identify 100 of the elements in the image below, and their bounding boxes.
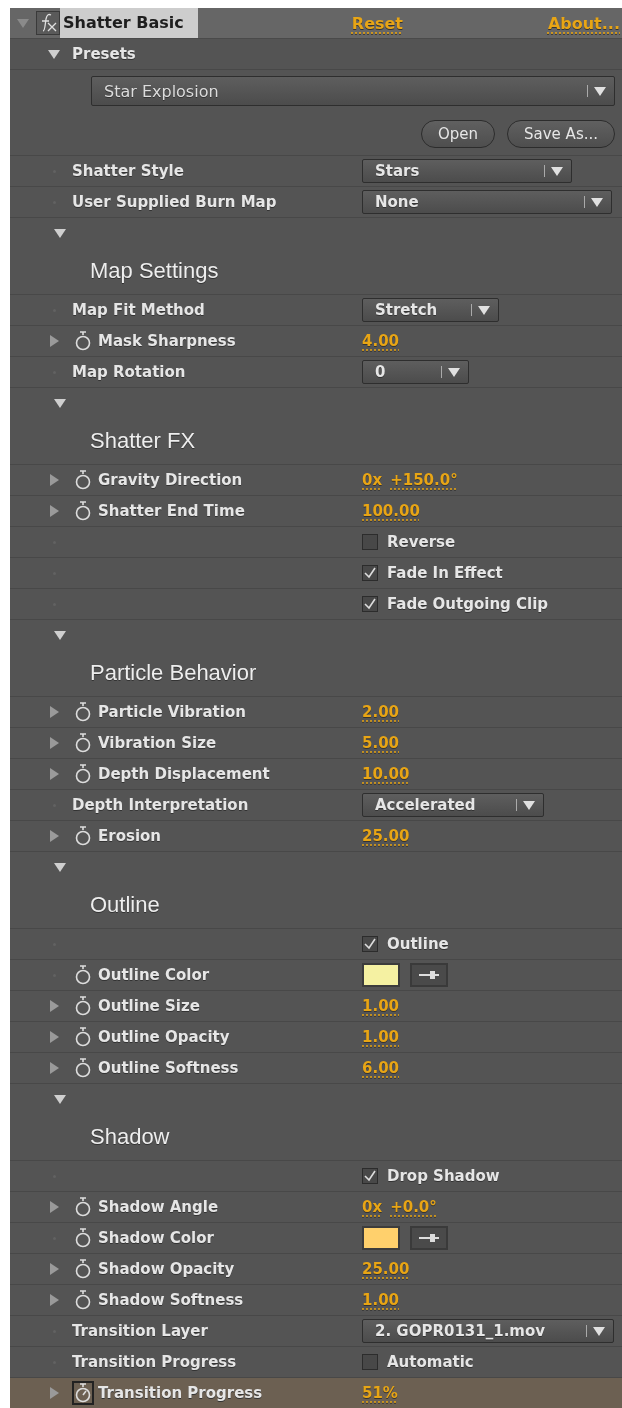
stopwatch-icon[interactable] xyxy=(74,764,92,784)
section-title: Particle Behavior xyxy=(90,660,257,686)
property-label: Transition Layer xyxy=(72,1322,208,1340)
eyedropper-icon[interactable] xyxy=(410,963,448,987)
stopwatch-icon[interactable] xyxy=(74,331,92,351)
property-value[interactable]: 4.00 xyxy=(362,332,399,350)
property-row[interactable]: Transition Layer 2. GOPR0131_1.mov xyxy=(10,1316,622,1347)
property-value[interactable]: 6.00 xyxy=(362,1059,399,1077)
property-value[interactable]: 10.00 xyxy=(362,765,410,783)
property-label: Outline Softness xyxy=(98,1059,239,1077)
presets-label: Presets xyxy=(72,45,136,63)
twirl-icon[interactable] xyxy=(48,1031,60,1043)
stopwatch-icon[interactable] xyxy=(74,1058,92,1078)
caret-icon xyxy=(593,1326,605,1336)
property-row[interactable]: Depth Interpretation Accelerated xyxy=(10,790,622,821)
property-row[interactable]: User Supplied Burn Map None xyxy=(10,187,622,218)
twirl-icon[interactable] xyxy=(54,1093,66,1105)
stopwatch-icon[interactable] xyxy=(74,1027,92,1047)
checkbox[interactable] xyxy=(362,596,378,612)
stopwatch-icon[interactable] xyxy=(74,1290,92,1310)
property-value[interactable]: 100.00 xyxy=(362,502,420,520)
stopwatch-icon[interactable] xyxy=(74,733,92,753)
property-label: Transition Progress xyxy=(72,1353,237,1371)
dropdown[interactable]: Stars xyxy=(362,159,572,183)
property-label: Shatter Style xyxy=(72,162,184,180)
stopwatch-icon[interactable] xyxy=(74,1197,92,1217)
stopwatch-icon[interactable] xyxy=(74,826,92,846)
twirl-icon[interactable] xyxy=(48,505,60,517)
twirl-icon[interactable] xyxy=(54,861,66,873)
revolutions-value[interactable]: 0x xyxy=(362,471,383,489)
property-label: Transition Progress xyxy=(98,1384,263,1402)
color-swatch[interactable] xyxy=(362,963,400,987)
stopwatch-icon[interactable] xyxy=(74,470,92,490)
twirl-icon[interactable] xyxy=(48,1000,60,1012)
checkbox[interactable] xyxy=(362,1354,378,1370)
section-title: Shatter FX xyxy=(90,428,196,454)
property-value[interactable]: 1.00 xyxy=(362,1028,399,1046)
checkmark-icon xyxy=(364,567,376,579)
twirl-icon[interactable] xyxy=(54,227,66,239)
property-row[interactable]: Map Fit Method Stretch xyxy=(10,295,622,326)
property-row[interactable]: Shadow Color xyxy=(10,1223,622,1254)
twirl-icon[interactable] xyxy=(48,1294,60,1306)
eyedropper-icon[interactable] xyxy=(410,1226,448,1250)
twirl-icon[interactable] xyxy=(48,1263,60,1275)
twirl-icon[interactable] xyxy=(48,48,60,60)
checkbox[interactable] xyxy=(362,565,378,581)
stopwatch-icon[interactable] xyxy=(74,1259,92,1279)
property-row[interactable]: Outline Color xyxy=(10,960,622,991)
dropdown[interactable]: None xyxy=(362,190,612,214)
property-label: Outline Opacity xyxy=(98,1028,230,1046)
property-value[interactable]: 5.00 xyxy=(362,734,399,752)
property-label: Map Rotation xyxy=(72,363,186,381)
twirl-icon[interactable] xyxy=(48,737,60,749)
property-row[interactable]: Transition Progress 51% xyxy=(10,1378,622,1408)
twirl-icon[interactable] xyxy=(48,830,60,842)
stopwatch-icon[interactable] xyxy=(74,1383,92,1403)
twirl-icon[interactable] xyxy=(48,768,60,780)
stopwatch-icon[interactable] xyxy=(74,702,92,722)
twirl-icon[interactable] xyxy=(54,397,66,409)
preset-button[interactable]: Save As... xyxy=(507,119,615,148)
checkbox[interactable] xyxy=(362,1168,378,1184)
checkbox[interactable] xyxy=(362,534,378,550)
property-row[interactable]: Map Rotation 0 xyxy=(10,357,622,388)
stopwatch-icon[interactable] xyxy=(74,965,92,985)
twirl-icon[interactable] xyxy=(48,335,60,347)
checkbox[interactable] xyxy=(362,936,378,952)
property-value[interactable]: 1.00 xyxy=(362,997,399,1015)
degrees-value[interactable]: +150.0° xyxy=(390,471,458,489)
twirl-icon[interactable] xyxy=(48,1062,60,1074)
checkbox-label: Fade In Effect xyxy=(387,564,503,582)
dropdown[interactable]: 0 xyxy=(362,360,469,384)
preset-button[interactable]: Open xyxy=(420,119,496,148)
section-title: Map Settings xyxy=(90,258,219,284)
checkmark-icon xyxy=(364,598,376,610)
stopwatch-icon[interactable] xyxy=(74,996,92,1016)
property-value[interactable]: 1.00 xyxy=(362,1291,399,1309)
fx-icon xyxy=(36,11,60,35)
dropdown[interactable]: Accelerated xyxy=(362,793,544,817)
stopwatch-icon[interactable] xyxy=(74,501,92,521)
caret-icon xyxy=(523,800,535,810)
property-value[interactable]: 25.00 xyxy=(362,827,410,845)
twirl-icon[interactable] xyxy=(48,1201,60,1213)
property-value[interactable]: 25.00 xyxy=(362,1260,410,1278)
dropdown[interactable]: 2. GOPR0131_1.mov xyxy=(362,1319,614,1343)
property-label: Shadow Softness xyxy=(98,1291,244,1309)
degrees-value[interactable]: +0.0° xyxy=(390,1198,437,1216)
twirl-icon[interactable] xyxy=(48,474,60,486)
property-label: User Supplied Burn Map xyxy=(72,193,277,211)
stopwatch-icon[interactable] xyxy=(74,1228,92,1248)
dropdown[interactable]: Stretch xyxy=(362,298,499,322)
property-value[interactable]: 2.00 xyxy=(362,703,399,721)
twirl-icon[interactable] xyxy=(54,629,66,641)
twirl-icon[interactable] xyxy=(48,706,60,718)
property-row[interactable]: Shatter Style Stars xyxy=(10,156,622,187)
color-swatch[interactable] xyxy=(362,1226,400,1250)
revolutions-value[interactable]: 0x xyxy=(362,1198,383,1216)
checkmark-icon xyxy=(364,938,376,950)
caret-icon xyxy=(448,367,460,377)
preset-dropdown[interactable]: Star Explosion xyxy=(91,76,615,106)
property-label: Shatter End Time xyxy=(98,502,245,520)
